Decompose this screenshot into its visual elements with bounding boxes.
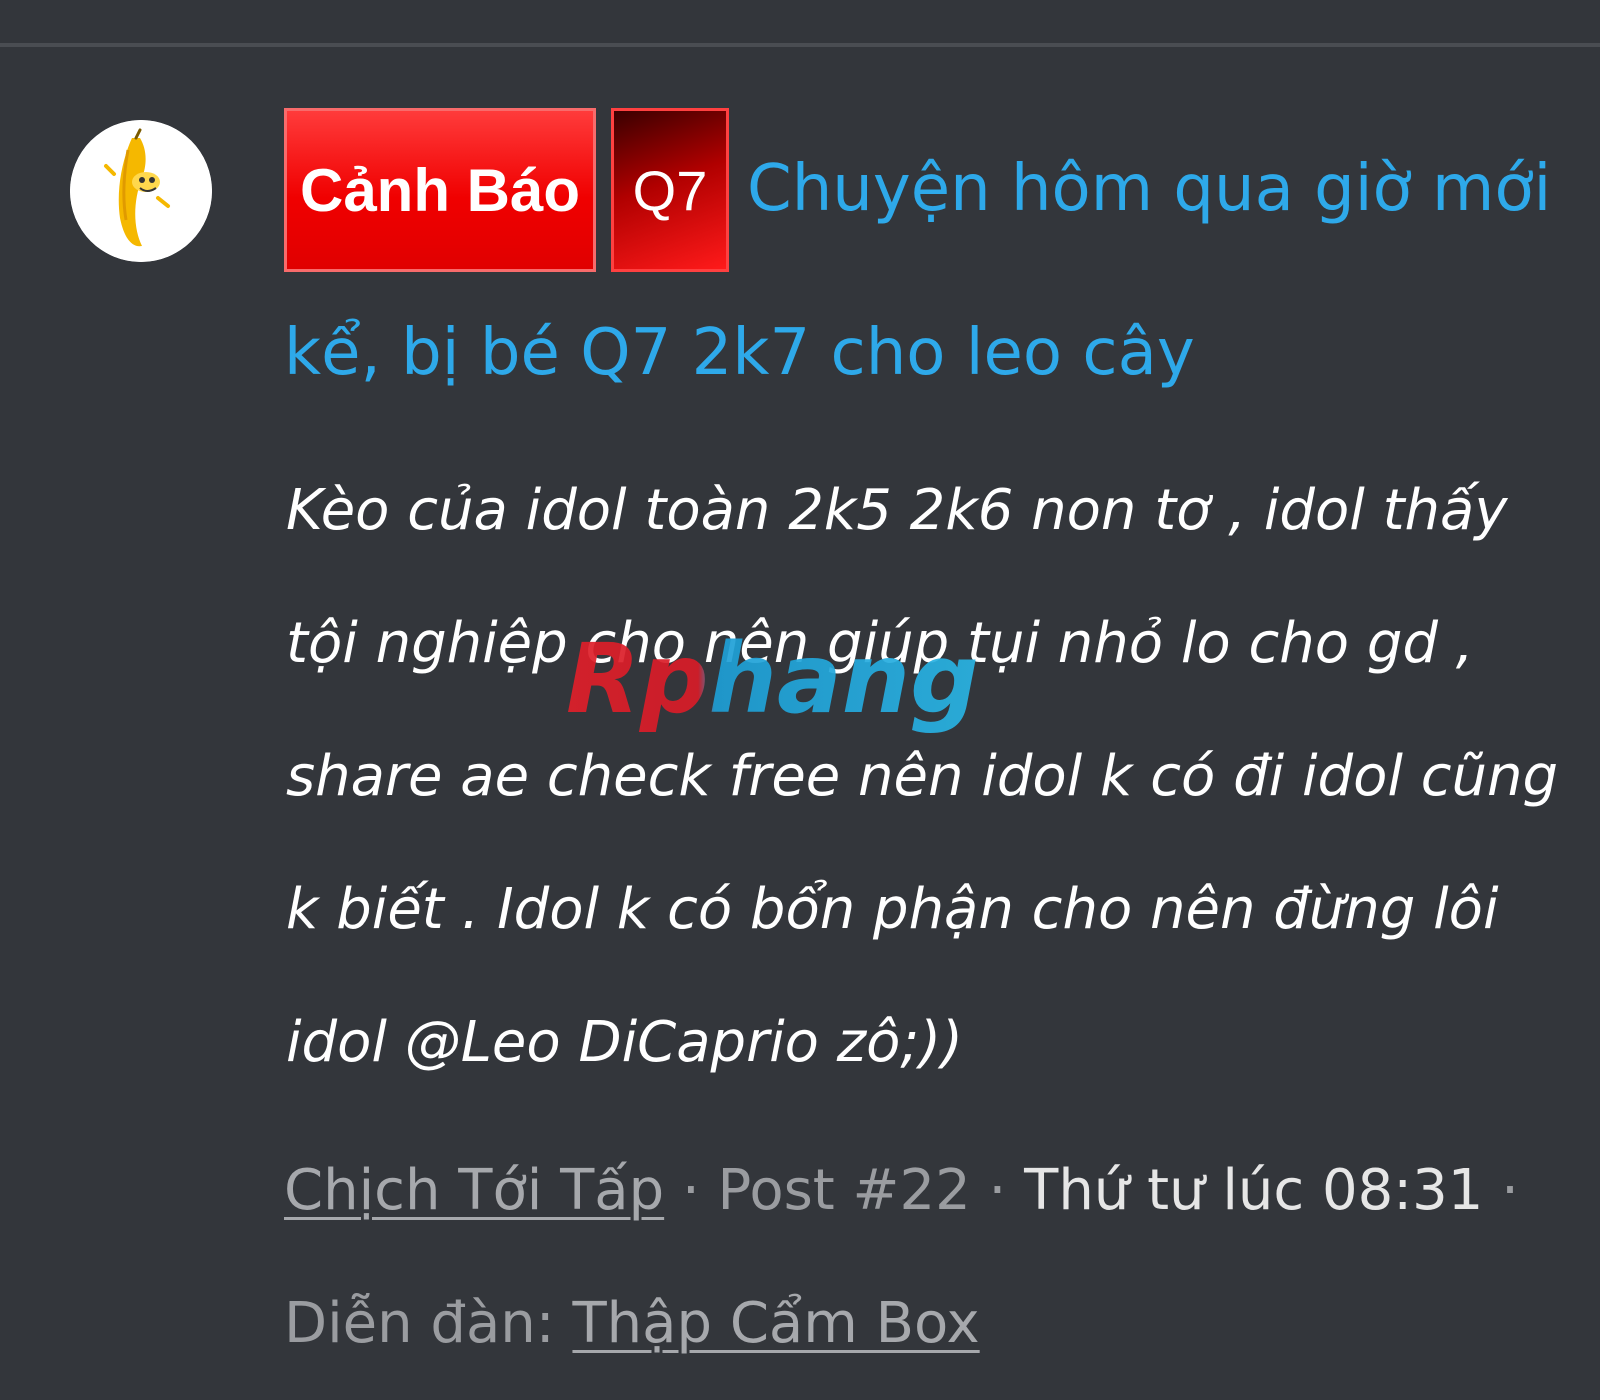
- meta-separator: ·: [970, 1158, 1025, 1223]
- post-meta: Chịch Tới Tấp · Post #22 · Thứ tư lúc 08…: [284, 1124, 1564, 1390]
- author-link[interactable]: Chịch Tới Tấp: [284, 1158, 664, 1223]
- post-date: Thứ tư lúc 08:31: [1024, 1158, 1484, 1223]
- prefix-location-badge[interactable]: Q7: [611, 108, 729, 272]
- banana-mascot-icon: [70, 120, 212, 262]
- forum-label: Diễn đàn:: [284, 1291, 573, 1356]
- meta-separator: ·: [664, 1158, 718, 1223]
- post-number: Post #22: [717, 1158, 971, 1223]
- thread-title-block: Cảnh Báo Q7 Chuyện hôm qua giờ mới kể, bị …: [284, 108, 1564, 434]
- forum-link[interactable]: Thập Cẩm Box: [572, 1291, 979, 1356]
- post-snippet: Kèo của idol toàn 2k5 2k6 non tơ , idol …: [286, 478, 1559, 1075]
- meta-separator: ·: [1483, 1158, 1519, 1223]
- prefix-warning-badge[interactable]: Cảnh Báo: [284, 108, 596, 272]
- top-divider: [0, 43, 1600, 47]
- avatar[interactable]: [70, 120, 212, 262]
